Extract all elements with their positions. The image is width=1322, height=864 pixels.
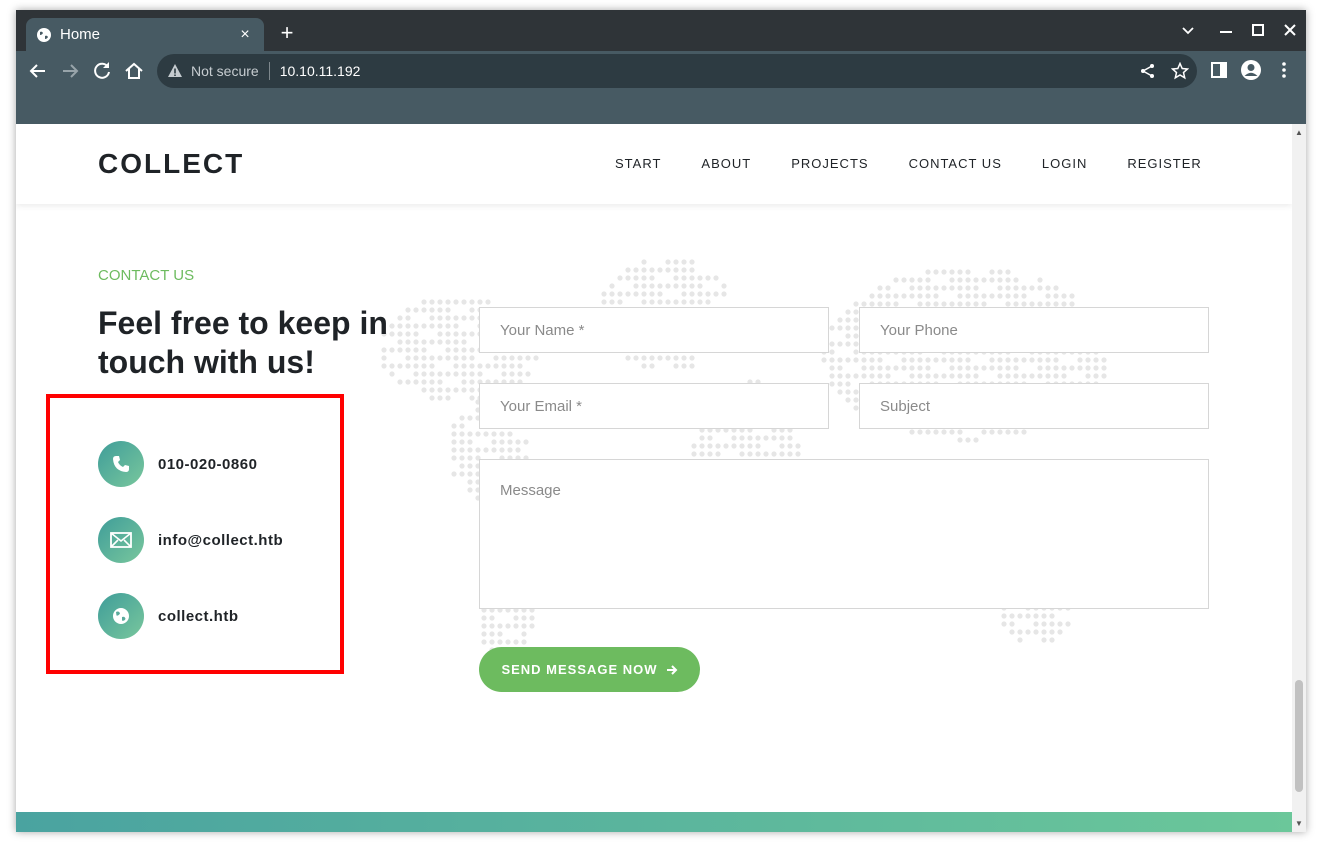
nav-projects[interactable]: PROJECTS	[791, 156, 868, 171]
reload-icon[interactable]	[90, 59, 114, 83]
section-eyebrow: CONTACT US	[98, 267, 195, 284]
maximize-icon[interactable]	[1252, 24, 1264, 36]
tab-bar: Home × +	[16, 10, 1306, 51]
page-scrollbar[interactable]: ▲ ▼	[1292, 124, 1306, 832]
scroll-down-arrow-icon[interactable]: ▼	[1295, 819, 1303, 828]
send-message-label: SEND MESSAGE NOW	[501, 662, 658, 677]
arrow-right-icon	[666, 664, 677, 675]
back-arrow-icon[interactable]	[26, 59, 50, 83]
message-textarea[interactable]	[479, 459, 1209, 609]
section-headline: Feel free to keep in touch with us!	[98, 305, 388, 380]
envelope-icon	[98, 517, 144, 563]
profile-avatar-icon[interactable]	[1240, 59, 1262, 81]
browser-window: Home × + Not secure 10.10.11.192 COLLECT	[16, 10, 1306, 832]
nav-contact-us[interactable]: CONTACT US	[909, 156, 1002, 171]
main-nav: START ABOUT PROJECTS CONTACT US LOGIN RE…	[615, 156, 1242, 171]
home-icon[interactable]	[122, 59, 146, 83]
tab-search-chevron-icon[interactable]	[1182, 26, 1194, 36]
scrollbar-thumb[interactable]	[1295, 680, 1303, 792]
web-page: COLLECT START ABOUT PROJECTS CONTACT US …	[16, 124, 1292, 832]
contact-email: info@collect.htb	[98, 517, 283, 563]
browser-toolbar: Not secure 10.10.11.192	[16, 51, 1306, 124]
warning-icon	[168, 64, 182, 77]
share-icon[interactable]	[1139, 62, 1157, 80]
phone-icon	[98, 441, 144, 487]
kebab-menu-icon[interactable]	[1278, 61, 1290, 79]
phone-number: 010-020-0860	[158, 455, 258, 473]
nav-start[interactable]: START	[615, 156, 661, 171]
email-input[interactable]	[479, 383, 829, 429]
scroll-up-arrow-icon[interactable]: ▲	[1295, 128, 1303, 137]
not-secure-label: Not secure	[191, 63, 259, 79]
send-message-button[interactable]: SEND MESSAGE NOW	[479, 647, 700, 692]
globe-icon	[98, 593, 144, 639]
site-header: COLLECT START ABOUT PROJECTS CONTACT US …	[16, 124, 1292, 204]
nav-about[interactable]: ABOUT	[701, 156, 751, 171]
contact-phone: 010-020-0860	[98, 441, 257, 487]
tab-title: Home	[60, 26, 101, 43]
minimize-icon[interactable]	[1220, 30, 1232, 34]
side-panel-icon[interactable]	[1210, 61, 1228, 79]
close-window-icon[interactable]	[1284, 24, 1296, 36]
tab-home[interactable]: Home ×	[26, 18, 264, 51]
footer-gradient-band	[16, 812, 1292, 832]
name-input[interactable]	[479, 307, 829, 353]
nav-login[interactable]: LOGIN	[1042, 156, 1087, 171]
url-text[interactable]: 10.10.11.192	[280, 63, 361, 79]
tab-close-icon[interactable]: ×	[236, 26, 254, 44]
nav-register[interactable]: REGISTER	[1127, 156, 1201, 171]
contact-website: collect.htb	[98, 593, 239, 639]
address-bar[interactable]: Not secure 10.10.11.192	[157, 54, 1197, 88]
new-tab-button[interactable]: +	[276, 22, 298, 44]
omnibox-separator	[268, 62, 270, 80]
website-url: collect.htb	[158, 607, 239, 625]
bookmark-star-icon[interactable]	[1171, 62, 1189, 80]
forward-arrow-icon[interactable]	[58, 59, 82, 83]
email-address: info@collect.htb	[158, 531, 284, 549]
globe-icon	[37, 27, 51, 42]
subject-input[interactable]	[859, 383, 1209, 429]
phone-input[interactable]	[859, 307, 1209, 353]
site-logo[interactable]: COLLECT	[98, 148, 244, 180]
